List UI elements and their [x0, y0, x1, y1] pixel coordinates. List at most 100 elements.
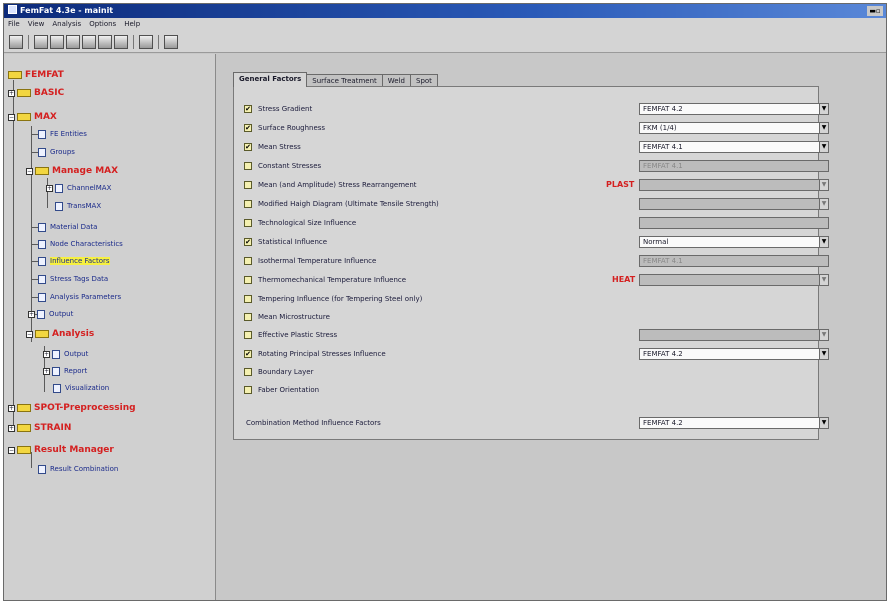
report-icon[interactable]	[164, 34, 178, 49]
checkbox[interactable]	[244, 181, 252, 189]
collapse-icon[interactable]: −	[26, 330, 33, 338]
checkbox[interactable]	[244, 295, 252, 303]
checkbox[interactable]	[244, 219, 252, 227]
checkbox[interactable]	[244, 368, 252, 376]
expand-icon[interactable]: +	[8, 424, 15, 432]
page-icon	[38, 292, 46, 302]
dropdown-arrow-icon[interactable]: ▼	[819, 123, 828, 133]
dropdown-arrow-icon: ▼	[819, 199, 828, 209]
checkbox[interactable]	[244, 276, 252, 284]
expand-icon[interactable]: +	[46, 184, 53, 192]
tab-general-factors[interactable]: General Factors	[233, 72, 308, 87]
print-icon[interactable]	[66, 34, 80, 49]
page-icon	[38, 147, 46, 157]
factor-row-mean-microstructure: Mean Microstructure	[244, 310, 330, 324]
tree-node-basic[interactable]: + BASIC	[8, 87, 64, 99]
dropdown-mean-stress[interactable]: FEMFAT 4.1 ▼	[639, 141, 829, 153]
tree-node-femfat[interactable]: FEMFAT	[8, 69, 64, 81]
dropdown-arrow-icon: ▼	[819, 180, 828, 190]
menu-bar: File View Analysis Options Help	[4, 18, 886, 31]
menu-view[interactable]: View	[28, 18, 45, 31]
dropdown-value: FEMFAT 4.1	[643, 143, 683, 151]
tree-connector	[13, 80, 14, 430]
expand-icon[interactable]: +	[28, 310, 35, 318]
tree-node-strain[interactable]: + STRAIN	[8, 422, 71, 434]
tree-item-visualization[interactable]: Visualization	[53, 382, 109, 394]
tree-item-output[interactable]: + Output	[28, 308, 73, 320]
factor-label: Effective Plastic Stress	[258, 331, 338, 339]
dropdown-modified-haigh: ▼	[639, 198, 829, 210]
tree-label: Visualization	[65, 384, 110, 392]
menu-analysis[interactable]: Analysis	[52, 18, 81, 31]
checkbox[interactable]	[244, 386, 252, 394]
menu-options[interactable]: Options	[89, 18, 116, 31]
tree-label: Node Characteristics	[50, 240, 123, 248]
factor-row-technological-size: Technological Size Influence	[244, 216, 356, 230]
checkbox[interactable]: ✔	[244, 143, 252, 151]
checkbox[interactable]: ✔	[244, 124, 252, 132]
folder-icon	[17, 113, 31, 121]
help-icon[interactable]	[139, 34, 153, 49]
tree-item-groups[interactable]: Groups	[38, 146, 75, 158]
dropdown-rotating-principal-stresses[interactable]: FEMFAT 4.2 ▼	[639, 348, 829, 360]
graph-icon[interactable]	[82, 34, 96, 49]
results-icon[interactable]	[98, 34, 112, 49]
page-icon	[55, 183, 63, 193]
dropdown-arrow-icon[interactable]: ▼	[819, 418, 828, 428]
checkbox[interactable]: ✔	[244, 350, 252, 358]
checkbox[interactable]	[244, 313, 252, 321]
new-icon[interactable]	[9, 34, 23, 49]
expand-icon[interactable]: +	[8, 89, 15, 97]
tree-node-spot-preprocessing[interactable]: + SPOT-Preprocessing	[8, 402, 136, 414]
settings-icon[interactable]	[114, 34, 128, 49]
open-icon[interactable]	[34, 34, 48, 49]
checkbox[interactable]: ✔	[244, 238, 252, 246]
save-icon[interactable]	[50, 34, 64, 49]
dropdown-arrow-icon[interactable]: ▼	[819, 104, 828, 114]
checkbox[interactable]	[244, 162, 252, 170]
dropdown-effective-plastic-stress: ▼	[639, 329, 829, 341]
menu-file[interactable]: File	[8, 18, 20, 31]
expand-icon[interactable]: +	[8, 404, 15, 412]
dropdown-arrow-icon[interactable]: ▼	[819, 237, 828, 247]
folder-icon	[8, 71, 22, 79]
factor-label: Mean Stress	[258, 143, 301, 151]
checkbox[interactable]: ✔	[244, 105, 252, 113]
collapse-icon[interactable]: −	[8, 113, 15, 121]
tree-item-material-data[interactable]: Material Data	[38, 221, 97, 233]
tree-node-result-manager[interactable]: − Result Manager	[8, 444, 114, 456]
tree-node-analysis[interactable]: − Analysis	[26, 328, 94, 340]
tree-node-manage-max[interactable]: − Manage MAX	[26, 165, 118, 177]
checkbox[interactable]	[244, 200, 252, 208]
checkbox[interactable]	[244, 331, 252, 339]
tree-item-transmax[interactable]: TransMAX	[55, 200, 101, 212]
expand-icon[interactable]: +	[43, 367, 50, 375]
checkbox[interactable]	[244, 257, 252, 265]
general-factors-panel: ✔ Stress Gradient FEMFAT 4.2 ▼ ✔ Surface…	[233, 86, 829, 440]
dropdown-stress-gradient[interactable]: FEMFAT 4.2 ▼	[639, 103, 829, 115]
menu-help[interactable]: Help	[124, 18, 140, 31]
window-title: FemFat 4.3e - mainit	[20, 6, 114, 15]
page-icon	[38, 129, 46, 139]
tree-item-analysis-report[interactable]: + Report	[43, 365, 87, 377]
dropdown-statistical-influence[interactable]: Normal ▼	[639, 236, 829, 248]
collapse-icon[interactable]: −	[8, 446, 15, 454]
tree-item-result-combination[interactable]: Result Combination	[38, 463, 118, 475]
dropdown-combination-method[interactable]: FEMFAT 4.2 ▼	[639, 417, 829, 429]
tree-item-stress-tags-data[interactable]: Stress Tags Data	[38, 273, 108, 285]
factor-label: Boundary Layer	[258, 368, 314, 376]
tree-item-influence-factors[interactable]: Influence Factors	[38, 255, 110, 267]
collapse-icon[interactable]: −	[26, 167, 33, 175]
dropdown-surface-roughness[interactable]: FKM (1/4) ▼	[639, 122, 829, 134]
dropdown-arrow-icon[interactable]: ▼	[819, 349, 828, 359]
tree-node-max[interactable]: − MAX	[8, 111, 57, 123]
tree-item-analysis-output[interactable]: + Output	[43, 348, 88, 360]
minimize-maximize-icon[interactable]: ▬▫	[867, 6, 883, 16]
expand-icon[interactable]: +	[43, 350, 50, 358]
tree-item-node-characteristics[interactable]: Node Characteristics	[38, 238, 123, 250]
dropdown-arrow-icon[interactable]: ▼	[819, 142, 828, 152]
tree-item-channel-max[interactable]: + ChannelMAX	[46, 182, 111, 194]
tree-item-fe-entities[interactable]: FE Entities	[38, 128, 87, 140]
tree-item-analysis-parameters[interactable]: Analysis Parameters	[38, 291, 121, 303]
factor-label: Mean (and Amplitude) Stress Rearrangemen…	[258, 181, 417, 189]
